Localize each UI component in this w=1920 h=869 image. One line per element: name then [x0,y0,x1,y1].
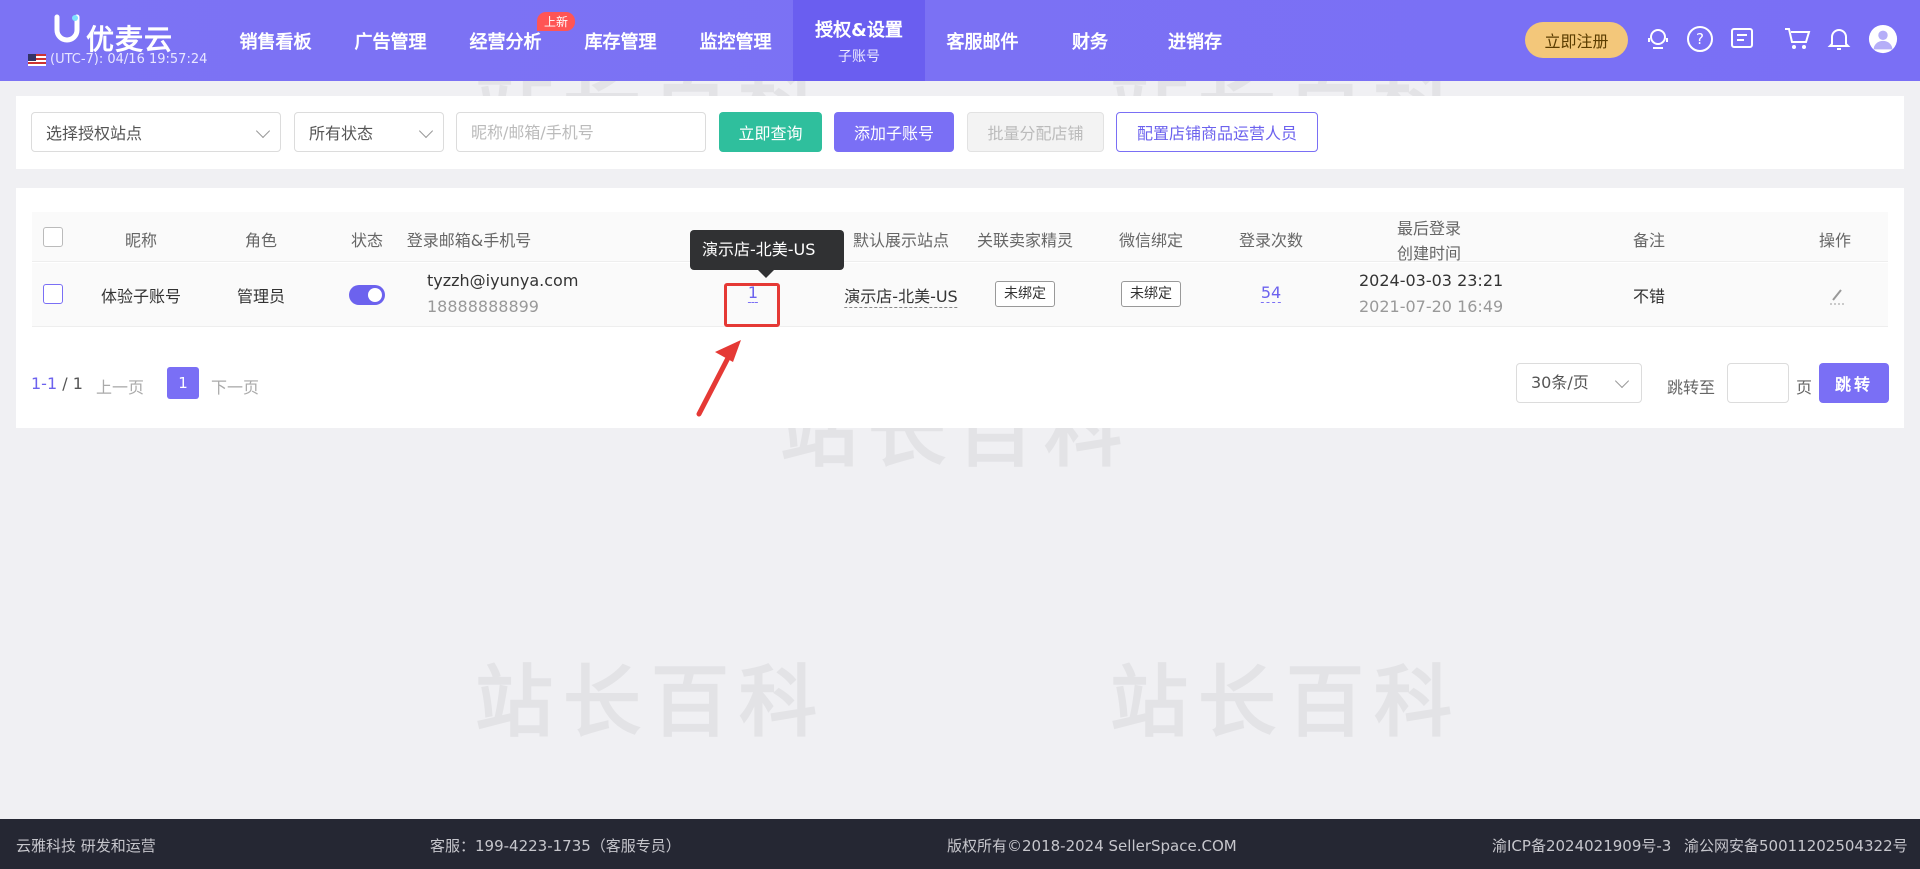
page-size-select[interactable]: 30条/页 [1516,363,1642,403]
table-row: 体验子账号 管理员 tyzzh@iyunya.com 18888888899 1… [32,263,1888,327]
chevron-down-icon [255,123,271,139]
top-header: 优麦云 (UTC-7): 04/16 19:57:24 销售看板 广告管理 经营… [0,0,1920,81]
header-login: 登录邮箱&手机号 [406,231,532,250]
nav-sales-dashboard[interactable]: 销售看板 [218,0,333,81]
jump-to-label: 跳转至 [1667,378,1716,397]
header-action: 操作 [1818,231,1852,250]
cell-remark: 不错 [1632,287,1666,306]
jump-page-input[interactable] [1727,363,1789,403]
footer-copyright: 版权所有©2018-2024 SellerSpace.COM [947,837,1237,855]
header-status: 状态 [350,231,384,250]
cell-created: 2021-07-20 16:49 [1359,297,1504,316]
header-nickname: 昵称 [124,231,158,250]
nav-inventory[interactable]: 库存管理 [563,0,678,81]
status-toggle[interactable] [349,285,385,305]
logo-icon [54,14,80,43]
prev-page-button[interactable]: 上一页 [96,374,144,398]
nav-finance[interactable]: 财务 [1040,0,1140,81]
header-wechat: 微信绑定 [1118,231,1184,250]
nav-sub-accounts[interactable]: 子账号 [838,46,880,66]
us-flag-icon [28,53,46,66]
add-sub-account-button[interactable]: 添加子账号 [834,112,954,152]
config-operator-button[interactable]: 配置店铺商品运营人员 [1116,112,1318,152]
header-remark: 备注 [1632,231,1666,250]
cell-email: tyzzh@iyunya.com [427,271,579,290]
search-input[interactable] [456,112,706,152]
bell-icon[interactable] [1824,24,1854,54]
arrow-annotation-icon [696,340,741,417]
row-checkbox[interactable] [43,284,63,304]
query-button[interactable]: 立即查询 [719,112,822,152]
filter-bar: 选择授权站点 所有状态 立即查询 添加子账号 批量分配店铺 配置店铺商品运营人员 [16,96,1904,169]
message-icon[interactable] [1727,24,1757,54]
cell-role: 管理员 [236,287,286,306]
edit-icon[interactable] [1829,285,1845,309]
header-role: 角色 [244,231,278,250]
page-unit-label: 页 [1796,378,1813,397]
cart-icon[interactable] [1782,24,1812,54]
avatar[interactable] [1868,24,1898,54]
header-linked-seller: 关联卖家精灵 [976,231,1074,250]
footer-service: 客服：199-4223-1735（客服专员） [430,837,681,855]
cell-nickname: 体验子账号 [100,287,182,306]
footer: 云雅科技 研发和运营 客服：199-4223-1735（客服专员） 版权所有©2… [0,819,1920,869]
help-icon[interactable]: ? [1685,24,1715,54]
batch-assign-store-button[interactable]: 批量分配店铺 [967,112,1104,152]
store-tooltip: 演示店-北美-US [690,230,844,278]
cell-default-site[interactable]: 演示店-北美-US [844,283,958,308]
register-button[interactable]: 立即注册 [1525,22,1628,58]
customer-service-icon[interactable] [1643,24,1673,54]
nav-ad-management[interactable]: 广告管理 [333,0,448,81]
header-last-login-created: 最后登录 创建时间 [1396,219,1462,263]
watermark: 站长百科 [1110,658,1463,748]
footer-police[interactable]: 渝公网安备50011202504322号 [1684,835,1908,856]
linked-seller-tag: 未绑定 [995,281,1055,307]
header-default-site: 默认展示站点 [852,231,950,250]
logo[interactable]: 优麦云 (UTC-7): 04/16 19:57:24 [28,10,218,74]
main-nav: 销售看板 广告管理 经营分析 上新 库存管理 监控管理 授权&设置 子账号 客服… [218,0,1250,81]
nav-monitoring[interactable]: 监控管理 [678,0,793,81]
status-select[interactable]: 所有状态 [294,112,444,152]
cell-last-login: 2024-03-03 23:21 [1359,271,1504,290]
cell-phone: 18888888899 [427,297,539,316]
footer-company: 云雅科技 研发和运营 [16,837,156,855]
nav-customer-email[interactable]: 客服邮件 [925,0,1040,81]
jump-button[interactable]: 跳转 [1819,363,1889,403]
nav-purchase-sales[interactable]: 进销存 [1140,0,1250,81]
svg-text:?: ? [1696,30,1704,48]
timezone-clock: (UTC-7): 04/16 19:57:24 [28,52,207,67]
nav-business-analysis[interactable]: 经营分析 上新 [448,0,575,81]
wechat-tag: 未绑定 [1121,281,1181,307]
highlight-box [724,283,780,327]
page-range: 1-1 / 1 [31,374,83,393]
chevron-down-icon [418,123,434,139]
page-number-current[interactable]: 1 [167,367,199,399]
login-count-link[interactable]: 54 [1260,283,1282,303]
site-select[interactable]: 选择授权站点 [31,112,281,152]
watermark: 站长百科 [475,658,828,748]
select-all-checkbox[interactable] [43,227,63,247]
footer-icp[interactable]: 渝ICP备2024021909号-3 [1492,835,1671,856]
table-header: 昵称 角色 状态 登录邮箱&手机号 默认展示站点 关联卖家精灵 微信绑定 登录次… [32,212,1888,263]
next-page-button[interactable]: 下一页 [211,374,259,398]
nav-auth-settings[interactable]: 授权&设置 子账号 [793,0,925,81]
chevron-down-icon [1614,373,1630,389]
header-login-count: 登录次数 [1238,231,1304,250]
